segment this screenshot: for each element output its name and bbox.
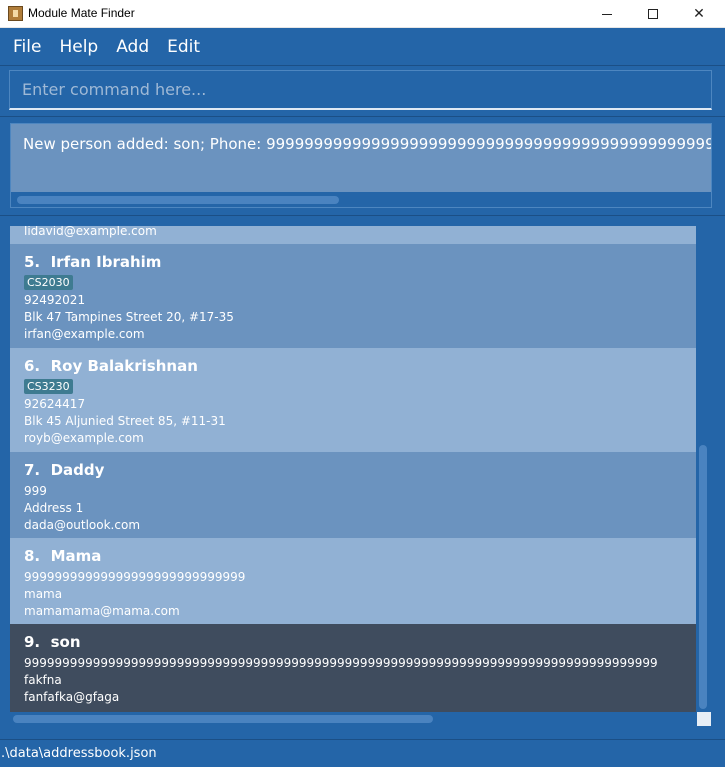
- person-name: 8. Mama: [24, 547, 101, 565]
- minimize-button[interactable]: [584, 0, 630, 28]
- menu-bar: File Help Add Edit: [0, 29, 725, 65]
- result-text: New person added: son; Phone: 9999999999…: [23, 135, 712, 153]
- minimize-icon: [602, 13, 612, 15]
- maximize-icon: [648, 9, 658, 19]
- person-index: 5.: [24, 253, 41, 271]
- person-email: lidavid@example.com: [24, 226, 157, 238]
- person-index: 6.: [24, 357, 41, 375]
- person-name-text: Daddy: [50, 461, 105, 479]
- person-address: Blk 47 Tampines Street 20, #17-35: [24, 310, 234, 324]
- person-name: 7. Daddy: [24, 461, 104, 479]
- person-card[interactable]: 5. Irfan Ibrahim CS2030 92492021 Blk 47 …: [10, 244, 696, 348]
- person-name: 5. Irfan Ibrahim: [24, 253, 161, 271]
- result-display[interactable]: New person added: son; Phone: 9999999999…: [10, 123, 712, 208]
- person-name-text: Mama: [50, 547, 102, 565]
- app-icon: [8, 6, 23, 21]
- person-address: fakfna: [24, 673, 62, 687]
- save-location: .\data\addressbook.json: [1, 746, 157, 761]
- person-phone: 92624417: [24, 397, 86, 411]
- person-phone: 99999999999999999999999999999: [24, 570, 246, 584]
- person-index: 7.: [24, 461, 41, 479]
- divider: [0, 215, 725, 216]
- command-box: [9, 70, 712, 110]
- divider: [0, 65, 725, 66]
- divider: [0, 116, 725, 117]
- person-address: Blk 45 Aljunied Street 85, #11-31: [24, 414, 226, 428]
- person-phone: 9999999999999999999999999999999999999999…: [24, 656, 658, 670]
- scrollbar-corner: [697, 712, 711, 726]
- module-tag: CS3230: [24, 379, 73, 394]
- maximize-button[interactable]: [630, 0, 676, 28]
- person-card[interactable]: 8. Mama 99999999999999999999999999999 ma…: [10, 538, 696, 624]
- person-email: mamamama@mama.com: [24, 604, 180, 618]
- close-button[interactable]: ✕: [676, 0, 722, 28]
- list-horizontal-scrollbar[interactable]: [10, 712, 696, 726]
- person-card-selected[interactable]: 9. son 999999999999999999999999999999999…: [10, 624, 696, 712]
- list-vertical-scrollbar[interactable]: [696, 226, 712, 712]
- person-name: 9. son: [24, 633, 81, 651]
- person-index: 8.: [24, 547, 41, 565]
- person-email: irfan@example.com: [24, 327, 145, 341]
- person-name-text: son: [50, 633, 81, 651]
- result-scroll-thumb[interactable]: [17, 196, 339, 204]
- person-name-text: Roy Balakrishnan: [50, 357, 198, 375]
- person-phone: 92492021: [24, 293, 86, 307]
- person-card[interactable]: 6. Roy Balakrishnan CS3230 92624417 Blk …: [10, 348, 696, 452]
- window-title: Module Mate Finder: [28, 6, 135, 20]
- person-list[interactable]: lidavid@example.com 5. Irfan Ibrahim CS2…: [10, 226, 696, 712]
- person-card[interactable]: lidavid@example.com: [10, 226, 696, 244]
- result-scrollbar[interactable]: [11, 192, 711, 207]
- person-index: 9.: [24, 633, 41, 651]
- title-bar: Module Mate Finder ✕: [0, 0, 725, 28]
- menu-help[interactable]: Help: [59, 37, 98, 57]
- person-phone: 999: [24, 484, 47, 498]
- person-email: dada@outlook.com: [24, 518, 141, 532]
- menu-add[interactable]: Add: [116, 37, 149, 57]
- person-email: fanfafka@gfaga: [24, 690, 120, 704]
- list-horizontal-scroll-thumb[interactable]: [13, 715, 433, 723]
- person-address: mama: [24, 587, 63, 601]
- person-address: Address 1: [24, 501, 84, 515]
- person-email: royb@example.com: [24, 431, 144, 445]
- person-name-text: Irfan Ibrahim: [50, 253, 162, 271]
- person-card[interactable]: 7. Daddy 999 Address 1 dada@outlook.com: [10, 452, 696, 538]
- close-icon: ✕: [693, 6, 705, 22]
- person-name: 6. Roy Balakrishnan: [24, 357, 198, 375]
- status-bar: .\data\addressbook.json: [0, 739, 725, 767]
- menu-edit[interactable]: Edit: [167, 37, 200, 57]
- command-input[interactable]: [10, 71, 711, 108]
- menu-file[interactable]: File: [13, 37, 41, 57]
- list-vertical-scroll-thumb[interactable]: [699, 445, 707, 709]
- module-tag: CS2030: [24, 275, 73, 290]
